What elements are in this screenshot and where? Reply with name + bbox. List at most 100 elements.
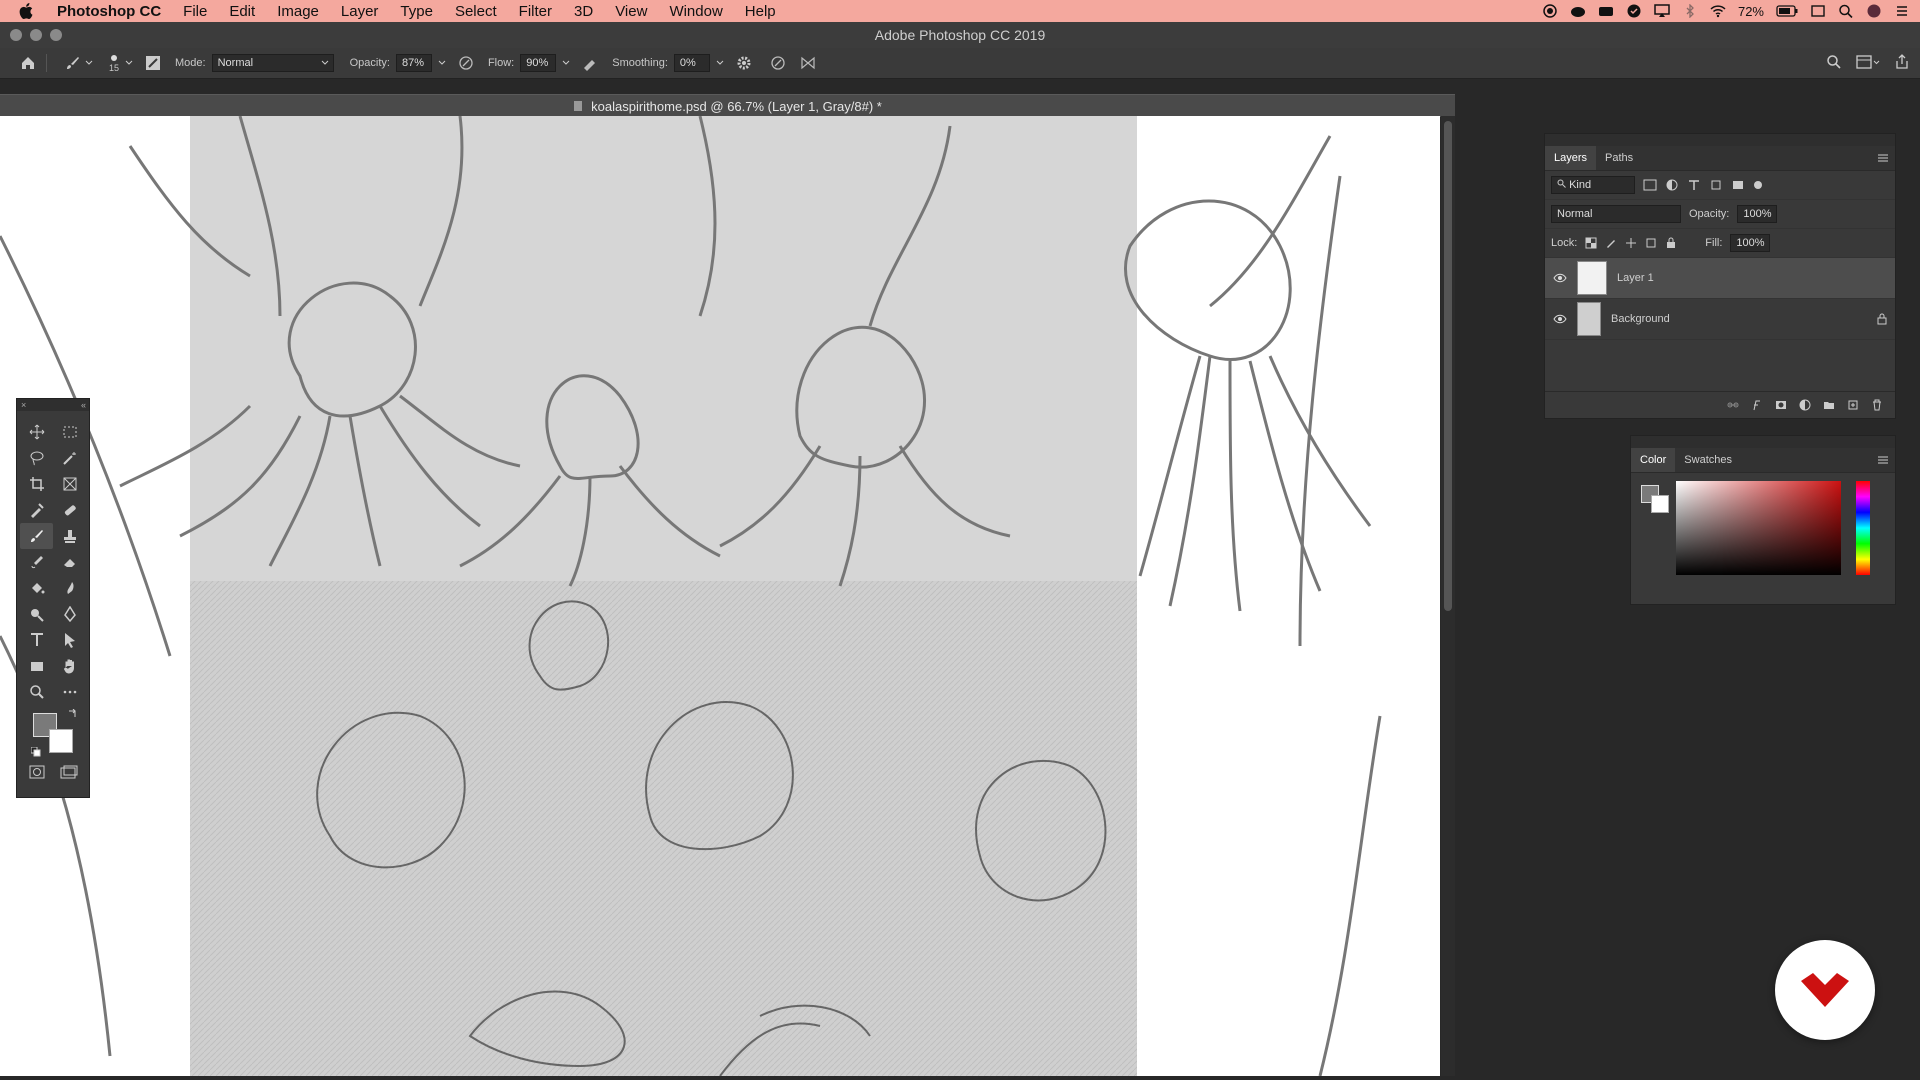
layer-name[interactable]: Layer 1 (1617, 272, 1654, 284)
tab-swatches[interactable]: Swatches (1675, 448, 1741, 472)
lasso-tool[interactable] (20, 445, 53, 471)
filter-toggle-icon[interactable] (1753, 180, 1763, 190)
filter-type-icon[interactable] (1687, 179, 1701, 191)
chevron-down-icon[interactable] (716, 59, 724, 67)
layer-name[interactable]: Background (1611, 313, 1670, 325)
workspace-switcher-icon[interactable] (1856, 54, 1880, 70)
checkmark-circle-icon[interactable] (1626, 4, 1642, 18)
trash-icon[interactable] (1871, 399, 1883, 411)
battery-icon[interactable] (1776, 4, 1798, 18)
smoothing-input[interactable]: 0% (673, 54, 710, 72)
layers-panel-header[interactable] (1545, 134, 1895, 146)
dodge-tool[interactable] (20, 601, 53, 627)
brush-size-picker[interactable]: 15 (109, 54, 119, 73)
lock-artboard-icon[interactable] (1645, 237, 1657, 249)
menu-3d[interactable]: 3D (563, 3, 604, 20)
brush-tool[interactable] (20, 523, 53, 549)
layer-opacity-input[interactable]: 100% (1737, 205, 1778, 223)
filter-pixel-icon[interactable] (1643, 179, 1657, 191)
wifi-icon[interactable] (1710, 4, 1726, 18)
tool-preset-picker[interactable] (65, 55, 93, 71)
home-button[interactable] (20, 55, 36, 71)
menu-window[interactable]: Window (658, 3, 733, 20)
layer-style-fx-icon[interactable] (1751, 399, 1763, 411)
record-icon[interactable] (1542, 4, 1558, 18)
eyedropper-tool[interactable] (20, 497, 53, 523)
airplay-icon[interactable] (1654, 4, 1670, 18)
quick-mask-icon[interactable] (29, 765, 45, 779)
move-tool[interactable] (20, 419, 53, 445)
zoom-window-button[interactable] (50, 29, 62, 41)
tab-color[interactable]: Color (1631, 448, 1676, 472)
magic-wand-tool[interactable] (53, 445, 86, 471)
menu-type[interactable]: Type (389, 3, 444, 20)
smudge-tool[interactable] (53, 575, 86, 601)
color-panel-header[interactable] (1631, 436, 1895, 448)
creative-cloud-icon[interactable] (1570, 4, 1586, 18)
chevron-down-icon[interactable] (562, 59, 570, 67)
apple-icon[interactable] (18, 2, 36, 20)
spotlight-search-icon[interactable] (1838, 4, 1854, 18)
filter-kind-select[interactable]: Kind (1551, 176, 1635, 194)
vertical-scrollbar[interactable] (1441, 116, 1455, 1076)
document-tab[interactable]: koalaspirithome.psd @ 66.7% (Layer 1, Gr… (0, 94, 1455, 117)
hand-tool[interactable] (53, 653, 86, 679)
default-colors-icon[interactable] (31, 747, 41, 757)
filter-shape-icon[interactable] (1709, 179, 1723, 191)
new-group-folder-icon[interactable] (1823, 399, 1835, 411)
visibility-eye-icon[interactable] (1553, 314, 1567, 324)
crop-tool[interactable] (20, 471, 53, 497)
pressure-size-icon[interactable] (770, 55, 786, 71)
smoothing-options-gear-icon[interactable] (736, 55, 752, 71)
share-icon[interactable] (1894, 54, 1910, 70)
blend-mode-select[interactable]: Normal (1551, 205, 1681, 223)
menu-select[interactable]: Select (444, 3, 508, 20)
opacity-input[interactable]: 87% (395, 54, 432, 72)
lock-image-pixels-icon[interactable] (1605, 237, 1617, 249)
tools-panel-header[interactable]: × « (17, 399, 89, 411)
tab-layers[interactable]: Layers (1545, 146, 1597, 170)
lock-all-icon[interactable] (1665, 237, 1677, 249)
adjustment-layer-icon[interactable] (1799, 399, 1811, 411)
symmetry-butterfly-icon[interactable] (800, 55, 816, 71)
hue-slider[interactable] (1856, 481, 1870, 575)
add-mask-icon[interactable] (1775, 399, 1787, 411)
bg-color-chip[interactable] (1651, 495, 1669, 513)
layer-row[interactable]: Layer 1 (1545, 258, 1895, 299)
chevron-down-icon[interactable] (438, 59, 446, 67)
edit-toolbar-button[interactable] (53, 679, 86, 705)
user-avatar-icon[interactable] (1866, 4, 1882, 18)
pen-tool[interactable] (53, 601, 86, 627)
collapse-icon[interactable]: « (81, 399, 89, 411)
airbrush-icon[interactable] (582, 55, 598, 71)
menu-help[interactable]: Help (734, 3, 787, 20)
visibility-eye-icon[interactable] (1553, 273, 1567, 283)
canvas-area[interactable] (0, 116, 1440, 1076)
zoom-tool[interactable] (20, 679, 53, 705)
filter-adjustment-icon[interactable] (1665, 179, 1679, 191)
menu-edit[interactable]: Edit (218, 3, 266, 20)
keyboard-input-icon[interactable] (1810, 4, 1826, 18)
panel-menu-icon[interactable] (1877, 455, 1889, 465)
swap-colors-icon[interactable] (67, 709, 77, 719)
menu-filter[interactable]: Filter (508, 3, 563, 20)
panel-menu-icon[interactable] (1877, 153, 1889, 163)
saturation-brightness-field[interactable] (1676, 481, 1841, 575)
menu-layer[interactable]: Layer (330, 3, 390, 20)
search-icon[interactable] (1826, 54, 1842, 70)
menu-file[interactable]: File (172, 3, 218, 20)
close-window-button[interactable] (10, 29, 22, 41)
mode-select[interactable]: Normal (211, 54, 334, 72)
flow-input[interactable]: 90% (520, 54, 557, 72)
frame-tool[interactable] (53, 471, 86, 497)
history-brush-tool[interactable] (20, 549, 53, 575)
pressure-opacity-icon[interactable] (458, 55, 474, 71)
type-tool[interactable] (20, 627, 53, 653)
marquee-tool[interactable] (53, 419, 86, 445)
close-icon[interactable]: × (21, 400, 26, 410)
background-color-swatch[interactable] (49, 729, 73, 753)
menu-image[interactable]: Image (266, 3, 330, 20)
menu-app-name[interactable]: Photoshop CC (46, 3, 172, 20)
fill-input[interactable]: 100% (1730, 234, 1771, 252)
brush-settings-toggle[interactable] (145, 55, 161, 71)
